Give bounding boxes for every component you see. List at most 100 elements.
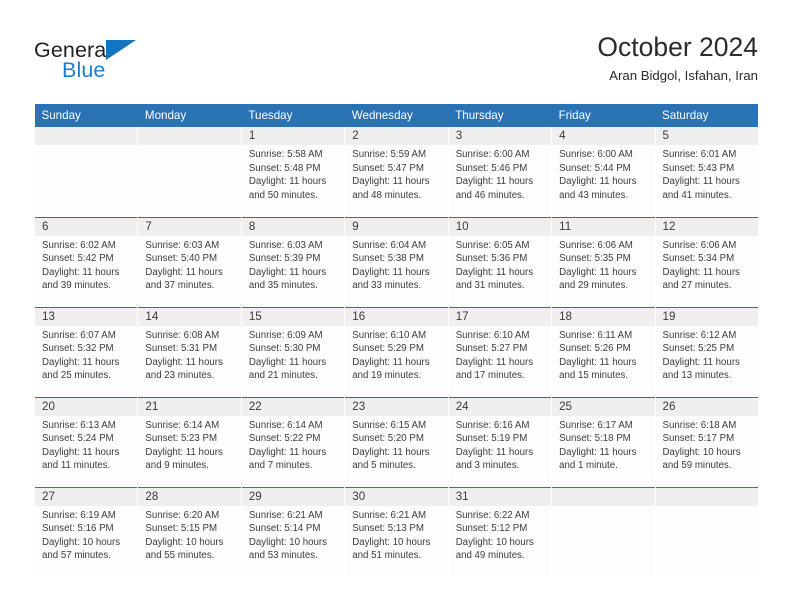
- weekday-header-monday: Monday: [137, 104, 242, 127]
- daylight-hours: Daylight: 11 hours: [42, 266, 120, 278]
- daylight-minutes: and 9 minutes.: [145, 460, 209, 472]
- weekday-header-tuesday: Tuesday: [241, 104, 345, 127]
- day-cell[interactable]: 10 Sunrise: 6:05 AM Sunset: 5:36 PM Dayligh…: [447, 216, 552, 307]
- daylight-hours: Daylight: 11 hours: [352, 446, 430, 458]
- day-number: 14: [138, 307, 241, 326]
- day-number: 26: [655, 397, 759, 416]
- daylight-minutes: and 43 minutes.: [559, 189, 629, 201]
- sunset-time: Sunset: 5:38 PM: [352, 253, 424, 265]
- sunset-time: Sunset: 5:14 PM: [248, 523, 321, 535]
- sunset-time: Sunset: 5:16 PM: [42, 523, 114, 535]
- day-cell[interactable]: 13 Sunrise: 6:07 AM Sunset: 5:32 PM Dayligh…: [33, 306, 138, 397]
- day-number: [35, 127, 138, 145]
- day-cell[interactable]: 11 Sunrise: 6:06 AM Sunset: 5:35 PM Dayligh…: [551, 216, 656, 307]
- day-number: 13: [35, 307, 138, 326]
- day-cell[interactable]: 2 Sunrise: 5:59 AM Sunset: 5:47 PM Daylight…: [344, 127, 449, 217]
- day-details: Sunrise: 6:18 AM Sunset: 5:17 PM Daylight:…: [656, 416, 759, 473]
- day-cell[interactable]: 24 Sunrise: 6:16 AM Sunset: 5:19 PM Dayligh…: [447, 396, 552, 487]
- sunrise-time: Sunrise: 6:22 AM: [455, 509, 530, 521]
- day-number: 19: [655, 307, 759, 326]
- daylight-minutes: and 1 minute.: [559, 460, 618, 472]
- day-cell[interactable]: 29 Sunrise: 6:21 AM Sunset: 5:14 PM Dayligh…: [240, 486, 345, 577]
- page-header: General Blue October 2024 Aran Bidgol, I…: [34, 30, 758, 98]
- day-number: 28: [138, 487, 241, 506]
- day-cell[interactable]: 23 Sunrise: 6:15 AM Sunset: 5:20 PM Dayligh…: [344, 396, 449, 487]
- sunset-time: Sunset: 5:18 PM: [559, 433, 631, 445]
- day-details: Sunrise: 6:15 AM Sunset: 5:20 PM Daylight:…: [345, 416, 447, 473]
- sunset-time: Sunset: 5:42 PM: [42, 253, 114, 265]
- daylight-hours: Daylight: 11 hours: [455, 266, 534, 278]
- sunrise-time: Sunrise: 6:14 AM: [145, 419, 220, 431]
- daylight-hours: Daylight: 11 hours: [248, 266, 327, 278]
- day-details: Sunrise: 6:10 AM Sunset: 5:27 PM Daylight:…: [449, 326, 551, 383]
- day-number: 16: [345, 307, 448, 326]
- sunrise-time: Sunrise: 6:12 AM: [662, 329, 737, 341]
- sunset-time: Sunset: 5:46 PM: [455, 162, 528, 174]
- day-cell[interactable]: 1 Sunrise: 5:58 AM Sunset: 5:48 PM Daylight…: [240, 127, 345, 217]
- day-cell[interactable]: 20 Sunrise: 6:13 AM Sunset: 5:24 PM Dayligh…: [33, 396, 138, 487]
- day-details: Sunrise: 5:58 AM Sunset: 5:48 PM Daylight:…: [242, 145, 344, 202]
- day-cell[interactable]: 7 Sunrise: 6:03 AM Sunset: 5:40 PM Daylight…: [137, 216, 242, 307]
- day-details: Sunrise: 6:08 AM Sunset: 5:31 PM Daylight:…: [138, 326, 240, 383]
- day-cell[interactable]: 19 Sunrise: 6:12 AM Sunset: 5:25 PM Dayligh…: [654, 306, 759, 397]
- day-cell[interactable]: 14 Sunrise: 6:08 AM Sunset: 5:31 PM Dayligh…: [137, 306, 242, 397]
- calendar-page: General Blue October 2024 Aran Bidgol, I…: [0, 0, 792, 612]
- day-cell[interactable]: 25 Sunrise: 6:17 AM Sunset: 5:18 PM Dayligh…: [551, 396, 656, 487]
- day-details: Sunrise: 6:11 AM Sunset: 5:26 PM Daylight:…: [552, 326, 654, 383]
- daylight-hours: Daylight: 11 hours: [559, 266, 637, 278]
- calendar-week-row: 13 Sunrise: 6:07 AM Sunset: 5:32 PM Dayligh…: [33, 306, 759, 397]
- day-number: 12: [655, 217, 759, 236]
- day-cell[interactable]: 27 Sunrise: 6:19 AM Sunset: 5:16 PM Dayligh…: [33, 486, 138, 577]
- day-cell[interactable]: 3 Sunrise: 6:00 AM Sunset: 5:46 PM Daylight…: [447, 127, 552, 217]
- sunset-time: Sunset: 5:36 PM: [455, 253, 528, 265]
- day-details: Sunrise: 6:14 AM Sunset: 5:22 PM Daylight:…: [242, 416, 344, 473]
- sunrise-time: Sunrise: 6:21 AM: [248, 509, 323, 521]
- daylight-hours: Daylight: 11 hours: [352, 176, 430, 188]
- sunset-time: Sunset: 5:23 PM: [145, 433, 218, 445]
- daylight-minutes: and 23 minutes.: [145, 370, 215, 382]
- day-number: 7: [138, 217, 241, 236]
- daylight-minutes: and 35 minutes.: [248, 280, 318, 292]
- day-cell[interactable]: 31 Sunrise: 6:22 AM Sunset: 5:12 PM Dayligh…: [447, 486, 552, 577]
- daylight-hours: Daylight: 10 hours: [662, 446, 741, 458]
- day-cell[interactable]: 21 Sunrise: 6:14 AM Sunset: 5:23 PM Dayligh…: [137, 396, 242, 487]
- sunrise-time: Sunrise: 6:13 AM: [42, 419, 116, 431]
- day-cell[interactable]: 15 Sunrise: 6:09 AM Sunset: 5:30 PM Dayligh…: [240, 306, 345, 397]
- sunrise-time: Sunrise: 6:10 AM: [455, 329, 530, 341]
- day-number: [655, 487, 759, 506]
- daylight-minutes: and 15 minutes.: [559, 370, 629, 382]
- day-number: 10: [448, 217, 552, 236]
- day-number: 3: [448, 127, 552, 145]
- day-cell[interactable]: 4 Sunrise: 6:00 AM Sunset: 5:44 PM Daylight…: [551, 127, 656, 217]
- day-cell[interactable]: 5 Sunrise: 6:01 AM Sunset: 5:43 PM Daylight…: [654, 127, 759, 217]
- title-block: October 2024 Aran Bidgol, Isfahan, Iran: [597, 30, 758, 86]
- sunset-time: Sunset: 5:19 PM: [455, 433, 528, 445]
- day-number: 24: [448, 397, 552, 416]
- day-details: Sunrise: 6:16 AM Sunset: 5:19 PM Daylight:…: [449, 416, 551, 473]
- day-cell[interactable]: 22 Sunrise: 6:14 AM Sunset: 5:22 PM Dayligh…: [240, 396, 345, 487]
- calendar-body: 1 Sunrise: 5:58 AM Sunset: 5:48 PM Daylight…: [33, 127, 759, 577]
- daylight-minutes: and 33 minutes.: [352, 280, 422, 292]
- day-cell[interactable]: 9 Sunrise: 6:04 AM Sunset: 5:38 PM Daylight…: [344, 216, 449, 307]
- day-details: Sunrise: 6:14 AM Sunset: 5:23 PM Daylight:…: [138, 416, 240, 473]
- sunrise-time: Sunrise: 6:07 AM: [42, 329, 116, 341]
- day-cell[interactable]: 26 Sunrise: 6:18 AM Sunset: 5:17 PM Dayligh…: [654, 396, 759, 487]
- sunset-time: Sunset: 5:48 PM: [248, 162, 321, 174]
- day-cell[interactable]: 6 Sunrise: 6:02 AM Sunset: 5:42 PM Daylight…: [33, 216, 138, 307]
- logo-word-blue: Blue: [62, 58, 106, 82]
- day-cell[interactable]: 16 Sunrise: 6:10 AM Sunset: 5:29 PM Dayligh…: [344, 306, 449, 397]
- day-details: Sunrise: 6:22 AM Sunset: 5:12 PM Daylight:…: [449, 506, 551, 563]
- day-cell[interactable]: 12 Sunrise: 6:06 AM Sunset: 5:34 PM Dayligh…: [654, 216, 759, 307]
- day-cell[interactable]: 28 Sunrise: 6:20 AM Sunset: 5:15 PM Dayligh…: [137, 486, 242, 577]
- day-number: 30: [345, 487, 448, 506]
- day-cell[interactable]: 8 Sunrise: 6:03 AM Sunset: 5:39 PM Daylight…: [240, 216, 345, 307]
- daylight-minutes: and 3 minutes.: [455, 460, 520, 472]
- location-subtitle: Aran Bidgol, Isfahan, Iran: [609, 68, 758, 83]
- day-details: Sunrise: 6:09 AM Sunset: 5:30 PM Daylight:…: [242, 326, 344, 383]
- day-cell[interactable]: 18 Sunrise: 6:11 AM Sunset: 5:26 PM Dayligh…: [551, 306, 656, 397]
- sunset-time: Sunset: 5:43 PM: [662, 162, 735, 174]
- daylight-hours: Daylight: 11 hours: [145, 356, 223, 368]
- day-cell[interactable]: 17 Sunrise: 6:10 AM Sunset: 5:27 PM Dayligh…: [447, 306, 552, 397]
- general-blue-logo[interactable]: General Blue: [34, 38, 144, 84]
- day-cell[interactable]: 30 Sunrise: 6:21 AM Sunset: 5:13 PM Dayligh…: [344, 486, 449, 577]
